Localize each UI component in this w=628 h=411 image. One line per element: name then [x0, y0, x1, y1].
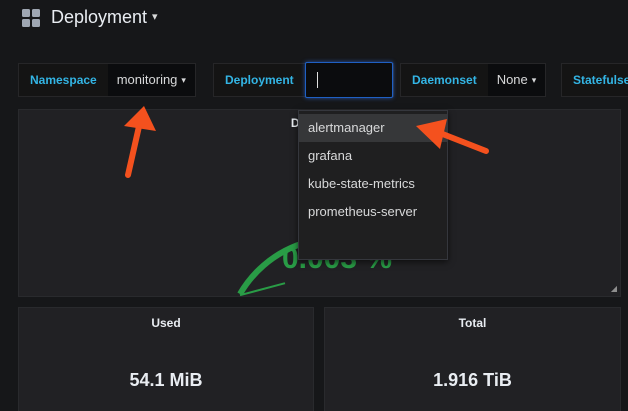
daemonset-select-value: None: [496, 72, 528, 87]
variable-label-statefulset[interactable]: Statefulset: [562, 64, 628, 96]
dashboard-title-picker[interactable]: Deployment ▾: [51, 7, 158, 28]
dropdown-option[interactable]: alertmanager: [299, 114, 447, 142]
namespace-select[interactable]: monitoring ▾: [107, 64, 195, 96]
variable-label-daemonset: Daemonset: [401, 64, 488, 96]
variable-deployment: Deployment: [213, 62, 394, 98]
total-value: 1.916 TiB: [433, 370, 512, 390]
daemonset-select[interactable]: None ▾: [487, 64, 546, 96]
caret-down-icon: ▾: [181, 75, 186, 85]
dropdown-option[interactable]: grafana: [299, 142, 447, 170]
dashboard-grid-icon: [22, 9, 40, 27]
dropdown-option[interactable]: kube-state-metrics: [299, 170, 447, 198]
text-cursor: [316, 72, 318, 88]
total-panel-title[interactable]: Total: [325, 316, 620, 330]
namespace-select-value: monitoring: [116, 72, 178, 87]
deployment-search-input[interactable]: [304, 62, 393, 98]
top-bar: Deployment ▾: [0, 0, 628, 44]
resize-handle-icon[interactable]: ◢: [611, 284, 617, 293]
deployment-dropdown-menu: alertmanager grafana kube-state-metrics …: [298, 110, 448, 260]
caret-down-icon: ▾: [531, 75, 537, 85]
used-panel-title[interactable]: Used: [19, 316, 313, 330]
variable-daemonset: Daemonset None ▾: [400, 63, 547, 97]
used-value: 54.1 MiB: [129, 370, 203, 390]
dropdown-option[interactable]: prometheus-server: [299, 198, 447, 226]
variable-namespace: Namespace monitoring ▾: [18, 63, 196, 97]
total-panel: Total 1.916 TiB: [324, 307, 621, 411]
caret-down-icon: ▾: [152, 11, 158, 23]
dashboard-title: Deployment: [51, 7, 148, 27]
variable-label-namespace: Namespace: [19, 64, 108, 96]
used-panel: Used 54.1 MiB: [18, 307, 314, 411]
variable-statefulset: Statefulset: [561, 63, 628, 97]
variable-label-deployment: Deployment: [214, 64, 305, 96]
